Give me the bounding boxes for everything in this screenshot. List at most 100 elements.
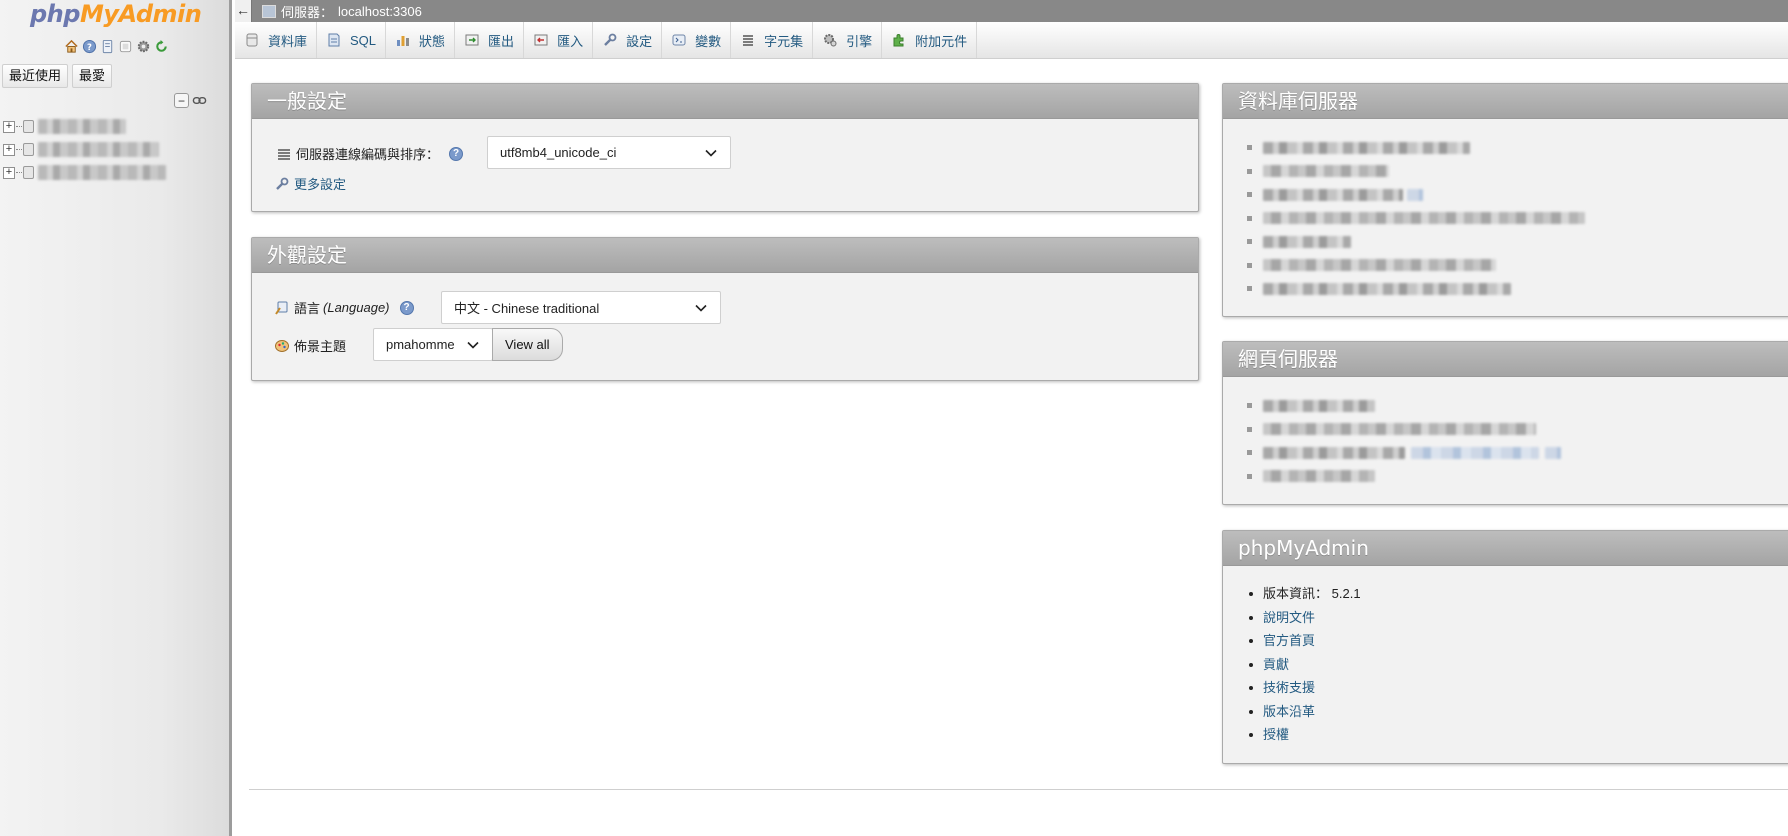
collation-select[interactable]: utf8mb4_unicode_ci <box>487 136 731 169</box>
expand-icon[interactable]: + <box>3 166 15 179</box>
tab-plugins[interactable]: 附加元件 <box>882 22 978 58</box>
tab-databases[interactable]: 資料庫 <box>235 22 318 58</box>
database-name-redacted <box>38 165 166 180</box>
changelog-link[interactable]: 版本沿革 <box>1263 704 1315 719</box>
documentation-link[interactable]: 說明文件 <box>1263 610 1315 625</box>
redacted-text <box>1263 470 1375 483</box>
plugin-icon <box>891 32 907 48</box>
reload-icon[interactable] <box>154 39 169 54</box>
wrench-icon <box>274 176 290 192</box>
redacted-link <box>1545 446 1561 459</box>
help-icon[interactable]: ? <box>399 300 414 315</box>
documentation-link-item: 說明文件 <box>1249 606 1361 630</box>
support-link[interactable]: 技術支援 <box>1263 680 1315 695</box>
theme-select[interactable]: pmahomme <box>373 328 493 361</box>
tab-label: 資料庫 <box>268 33 308 49</box>
database-tree-item[interactable]: + <box>2 161 166 184</box>
collation-label: 伺服器連線編碼與排序： <box>296 147 440 162</box>
expand-icon[interactable]: + <box>3 120 15 133</box>
import-icon <box>533 32 549 48</box>
tab-import[interactable]: 匯入 <box>524 22 594 58</box>
settings-icon[interactable] <box>136 39 151 54</box>
breadcrumb-server[interactable]: 伺服器： localhost:3306 <box>262 2 422 21</box>
tab-sql[interactable]: SQL <box>317 22 387 58</box>
contribute-link[interactable]: 貢獻 <box>1263 657 1289 672</box>
list-item-redacted <box>1247 230 1585 254</box>
version-label: 版本資訊： <box>1263 586 1329 601</box>
redacted-text <box>1263 165 1389 178</box>
theme-row: 佈景主題 <box>274 336 346 355</box>
list-item-redacted <box>1247 277 1585 301</box>
redacted-text <box>1263 259 1496 272</box>
more-settings-link[interactable]: 更多設定 <box>294 174 346 193</box>
phpmyadmin-info-panel: phpMyAdmin 版本資訊： 5.2.1 說明文件 官方首頁 貢獻 技術支援… <box>1222 530 1788 764</box>
help-icon[interactable]: ? <box>449 146 464 161</box>
logo-myadmin-text: MyAdmin <box>79 0 202 28</box>
breadcrumb-bar: ← 伺服器： localhost:3306 <box>235 0 1788 22</box>
expand-icon[interactable]: + <box>3 143 15 156</box>
tab-settings[interactable]: 設定 <box>593 22 663 58</box>
top-menu: 資料庫 SQL 狀態 匯出 匯入 設定 變數 字元集 引擎 附加元件 <box>235 22 1788 59</box>
tab-label: 匯出 <box>488 33 515 49</box>
redacted-text <box>1263 399 1375 412</box>
sql-icon <box>326 32 342 48</box>
footer-divider <box>249 789 1788 790</box>
tab-variables[interactable]: 變數 <box>662 22 732 58</box>
link-with-main-icon[interactable] <box>192 93 207 108</box>
panel-title: 一般設定 <box>252 84 1198 119</box>
home-icon[interactable] <box>64 39 79 54</box>
tab-charsets[interactable]: 字元集 <box>731 22 814 58</box>
phpmyadmin-info-list: 版本資訊： 5.2.1 說明文件 官方首頁 貢獻 技術支援 版本沿革 授權 <box>1249 582 1361 747</box>
list-item-redacted <box>1247 418 1561 442</box>
database-tree-item[interactable]: + <box>2 138 166 161</box>
docs-icon[interactable] <box>100 39 115 54</box>
tab-engines[interactable]: 引擎 <box>813 22 883 58</box>
panel-title: 外觀設定 <box>252 238 1198 273</box>
tab-label: SQL <box>350 32 377 48</box>
engine-icon <box>822 32 838 48</box>
theme-value: pmahomme <box>386 337 455 352</box>
language-icon <box>274 300 290 316</box>
list-item-redacted <box>1247 207 1585 231</box>
sql-docs-icon[interactable] <box>118 39 133 54</box>
language-select[interactable]: 中文 - Chinese traditional <box>441 291 721 324</box>
list-item-redacted <box>1247 465 1561 489</box>
server-label: 伺服器： <box>281 4 334 20</box>
language-row: 語言 (Language) ? <box>274 298 414 317</box>
help-icon[interactable]: ? <box>82 39 97 54</box>
tab-label: 附加元件 <box>915 33 968 49</box>
web-server-panel: 網頁伺服器 <box>1222 341 1788 505</box>
toggle-navigation-arrow[interactable]: ← <box>235 0 252 22</box>
database-icon <box>23 166 34 179</box>
tab-export[interactable]: 匯出 <box>455 22 525 58</box>
database-tree-item[interactable]: + <box>2 115 166 138</box>
license-link[interactable]: 授權 <box>1263 727 1289 742</box>
nav-icon-bar: ? <box>64 39 169 54</box>
database-server-panel: 資料庫伺服器 <box>1222 83 1788 317</box>
chevron-down-icon <box>695 304 707 312</box>
navigation-panel: phpMyAdmin ? 最近使用 最愛 − + + + <box>0 0 232 836</box>
database-name-redacted <box>38 119 126 134</box>
database-tree: + + + <box>2 115 166 184</box>
tab-label: 匯入 <box>557 33 584 49</box>
collapse-all-button[interactable]: − <box>174 93 189 108</box>
list-item-redacted <box>1247 394 1561 418</box>
redacted-text <box>1263 282 1511 295</box>
recent-tab[interactable]: 最近使用 <box>2 64 69 88</box>
chevron-down-icon <box>467 341 479 349</box>
panel-title: 資料庫伺服器 <box>1223 84 1788 119</box>
database-server-info-list <box>1247 136 1585 301</box>
redacted-text <box>1263 212 1585 225</box>
changelog-link-item: 版本沿革 <box>1249 700 1361 724</box>
view-all-themes-button[interactable]: View all <box>492 328 563 361</box>
homepage-link[interactable]: 官方首頁 <box>1263 633 1315 648</box>
favorites-tab[interactable]: 最愛 <box>72 64 113 88</box>
wrench-icon <box>602 32 618 48</box>
tab-status[interactable]: 狀態 <box>386 22 456 58</box>
database-icon <box>23 143 34 156</box>
database-icon <box>23 120 34 133</box>
list-icon <box>276 146 292 162</box>
phpmyadmin-logo[interactable]: phpMyAdmin <box>30 0 202 28</box>
redacted-text <box>1263 188 1403 201</box>
list-item-redacted <box>1247 183 1585 207</box>
